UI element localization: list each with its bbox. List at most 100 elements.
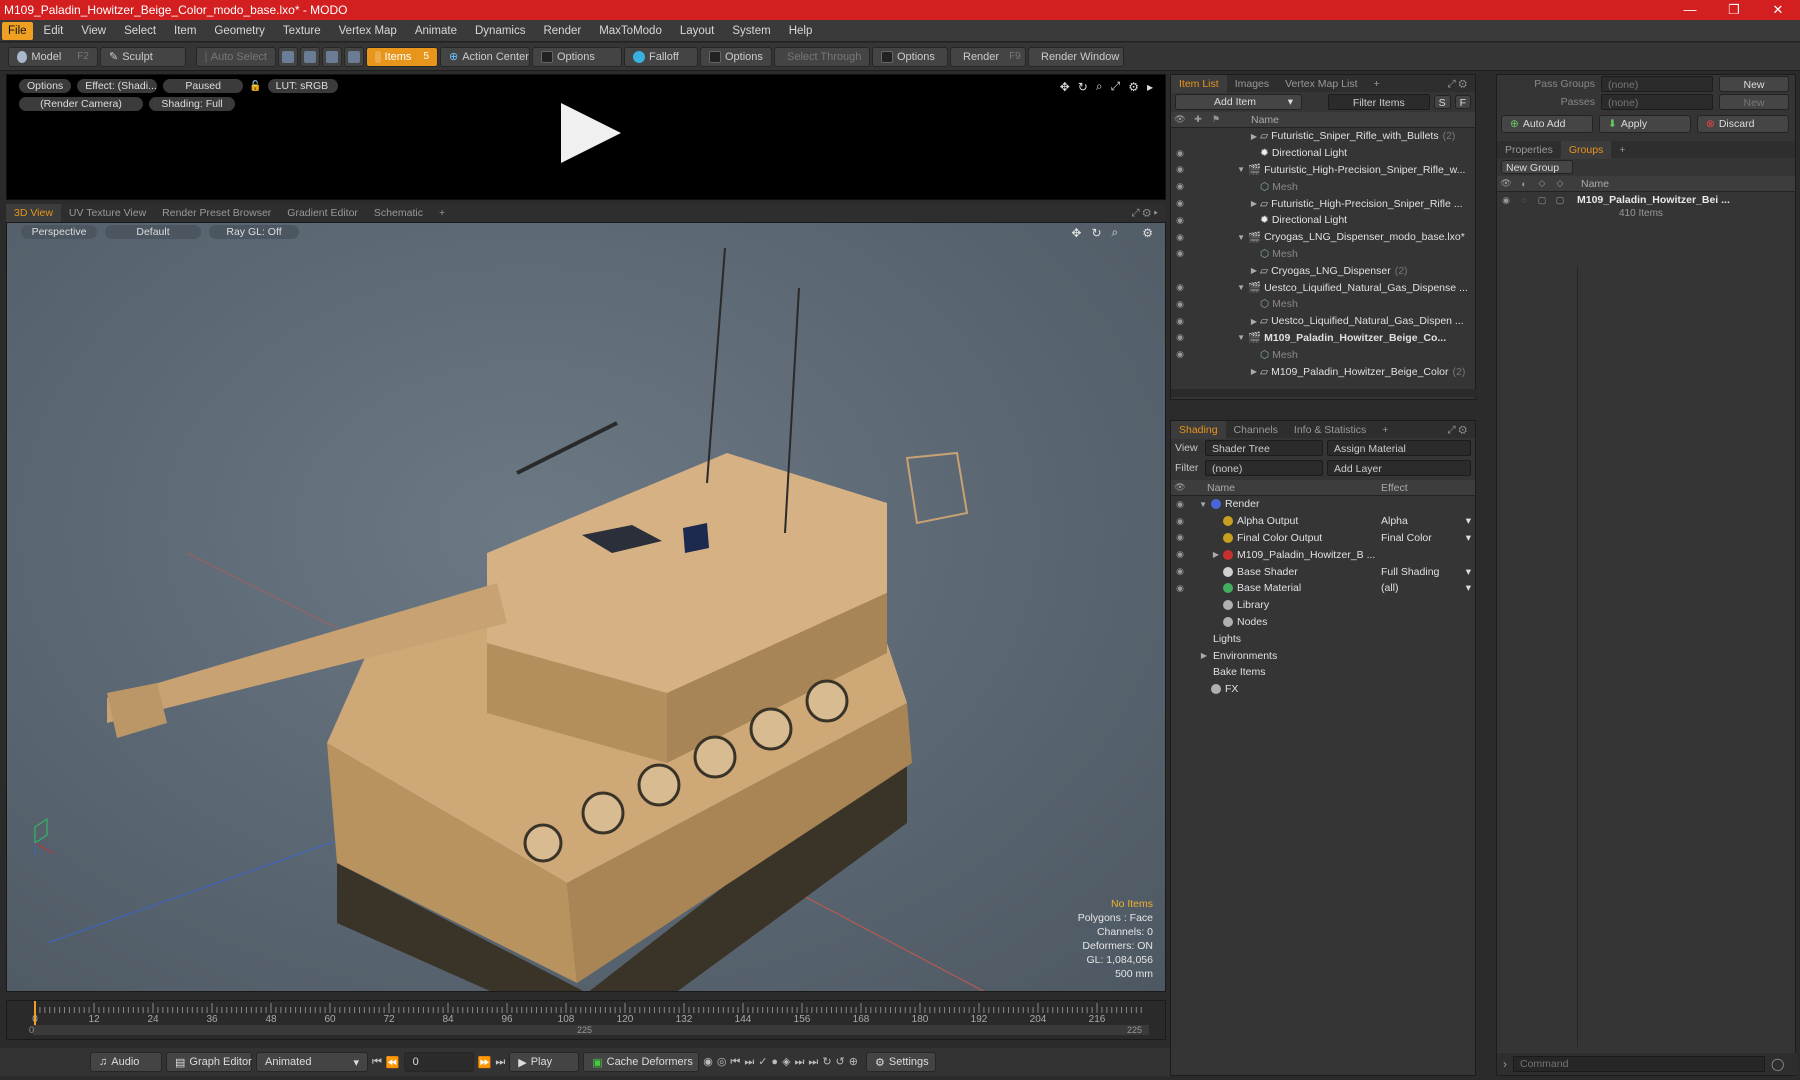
item-list-row[interactable]: ▶ ▱ Futuristic_Sniper_Rifle_with_Bullets (2… (1171, 128, 1475, 145)
tab-groups[interactable]: Groups (1560, 140, 1612, 159)
discard-button[interactable]: ⊗ Discard (1697, 115, 1789, 133)
eye-icon[interactable]: ◉ (1171, 181, 1189, 192)
expand-arrow-icon[interactable]: ▶ (1225, 317, 1257, 326)
render-camera-dropdown[interactable]: (Render Camera) (19, 97, 143, 111)
play-icon[interactable] (561, 103, 621, 163)
tab-images[interactable]: Images (1227, 75, 1277, 93)
lock-icon[interactable]: 🔓 (249, 81, 261, 92)
first-frame-icon[interactable]: ⏮ (372, 1056, 382, 1069)
settings-button[interactable]: ⚙ Settings (866, 1052, 936, 1072)
tab-render-preset-browser[interactable]: Render Preset Browser (154, 204, 279, 222)
item-list-row[interactable]: ◉ ▼ 🎬 M109_Paladin_Howitzer_Beige_Co... (1171, 330, 1475, 347)
timeline[interactable]: 0 12 24 36 48 60 72 84 96 108 120 132 144 156 168 180 19… (6, 1000, 1166, 1040)
effect-dropdown[interactable]: Full Shading ▾ (1381, 566, 1471, 578)
eye-icon[interactable]: ◉ (1171, 516, 1189, 527)
frame-input[interactable]: 0 (403, 1052, 474, 1072)
render-window-button[interactable]: Render Window (1028, 46, 1124, 67)
select-column-icon[interactable]: ◇ (1551, 178, 1569, 189)
shader-tree-row[interactable]: ◉ Final Color Output Final Color ▾ (1171, 530, 1475, 547)
tab-info-statistics[interactable]: Info & Statistics (1286, 421, 1374, 439)
menu-help[interactable]: Help (780, 20, 822, 42)
panel-options-icon[interactable]: ⤢ ⚙ (1439, 421, 1475, 439)
expand-arrow-icon[interactable]: ▼ (1189, 500, 1207, 509)
tab-item-list[interactable]: Item List (1171, 74, 1227, 93)
sculpt-mode-button[interactable]: ✎ Sculpt (100, 46, 186, 67)
falloff-button[interactable]: Falloff (624, 46, 698, 67)
maximize-button[interactable]: ❐ (1712, 2, 1756, 18)
lock-column-icon[interactable]: ◇ (1533, 178, 1551, 189)
eye-icon[interactable]: ◉ (1171, 332, 1189, 343)
menu-item[interactable]: Item (165, 20, 205, 42)
expand-arrow-icon[interactable]: ▼ (1225, 165, 1245, 174)
add-item-dropdown[interactable]: Add Item ▾ (1175, 94, 1302, 110)
apply-button[interactable]: ⬇ Apply (1599, 115, 1691, 133)
expand-arrow-icon[interactable]: ▶ (1225, 199, 1257, 208)
search-toggle[interactable]: S (1433, 95, 1451, 109)
tab-uv-texture-view[interactable]: UV Texture View (61, 204, 154, 222)
tab-3d-view[interactable]: 3D View (6, 204, 61, 222)
cache-deformers-button[interactable]: ▣ Cache Deformers (583, 1052, 700, 1072)
item-list-row[interactable]: ◉ ✹ Directional Light (1171, 145, 1475, 162)
group-row[interactable]: ◉ ◌ ▢ ▢ M109_Paladin_Howitzer_Bei ... (1497, 192, 1795, 208)
gear-icon[interactable]: ⚙ (1128, 80, 1139, 94)
auto-select-button[interactable]: Auto Select (196, 46, 276, 67)
move-icon[interactable]: ✥ (1060, 80, 1070, 94)
menu-layout[interactable]: Layout (671, 20, 724, 42)
audio-button[interactable]: ♫ Audio (90, 1052, 162, 1072)
expand-arrow-icon[interactable]: ▼ (1225, 233, 1245, 242)
menu-animate[interactable]: Animate (406, 20, 466, 42)
menu-view[interactable]: View (72, 20, 115, 42)
shading-dropdown[interactable]: Shading: Full (149, 97, 235, 111)
eye-icon[interactable]: ◉ (1171, 148, 1189, 159)
edges-mode-button[interactable] (300, 46, 320, 67)
auto-add-button[interactable]: ⊕ Auto Add (1501, 115, 1593, 133)
passes-dropdown[interactable]: (none) (1601, 94, 1713, 110)
expand-arrow-icon[interactable]: ▶ (1225, 367, 1257, 376)
menu-vertex-map[interactable]: Vertex Map (330, 20, 406, 42)
add-tab-icon[interactable]: + (1611, 141, 1633, 159)
filter-toggle[interactable]: F (1454, 95, 1471, 109)
effect-dropdown[interactable]: Effect: (Shadi... (77, 79, 158, 93)
play-button[interactable]: ▶ Play (509, 1052, 580, 1072)
prev-frame-icon[interactable]: ⏪ (386, 1056, 400, 1069)
expand-arrow-icon[interactable]: ▶ (1189, 550, 1219, 559)
shader-tree-row[interactable]: Nodes (1171, 614, 1475, 631)
next-frame-icon[interactable]: ⏩ (478, 1056, 492, 1069)
shader-tree-row[interactable]: Bake Items (1171, 664, 1475, 681)
select-toggle-icon[interactable]: ▢ (1551, 195, 1569, 206)
action-center-button[interactable]: ⊕ Action Center (440, 46, 530, 67)
shader-tree-row[interactable]: Library (1171, 597, 1475, 614)
tab-properties[interactable]: Properties (1497, 141, 1561, 159)
shader-tree-row[interactable]: ◉ Base Shader Full Shading ▾ (1171, 563, 1475, 580)
vertices-mode-button[interactable] (278, 46, 298, 67)
eye-icon[interactable]: ◉ (1171, 316, 1189, 327)
eye-icon[interactable]: ◉ (1171, 499, 1189, 510)
item-list-row[interactable]: ◉ ▼ 🎬 Cryogas_LNG_Dispenser_modo_base.lxo* (1171, 229, 1475, 246)
add-layer-dropdown[interactable]: Add Layer (1327, 460, 1471, 476)
add-tab-icon[interactable]: + (431, 204, 453, 222)
tab-schematic[interactable]: Schematic (366, 204, 431, 222)
effect-dropdown[interactable]: Final Color ▾ (1381, 532, 1471, 544)
render-button[interactable]: Render F9 (950, 46, 1026, 67)
tab-gradient-editor[interactable]: Gradient Editor (279, 204, 366, 222)
item-list-row[interactable]: ◉ ▼ 🎬 Futuristic_High-Precision_Sniper_Rifl… (1171, 162, 1475, 179)
effect-dropdown[interactable]: Alpha ▾ (1381, 515, 1471, 527)
tab-shading[interactable]: Shading (1171, 420, 1226, 439)
item-list-row[interactable]: ◉ ⬡ Mesh (1171, 246, 1475, 263)
filter-items-input[interactable]: Filter Items (1327, 94, 1430, 110)
item-list-row[interactable]: ◉ ⬡ Mesh (1171, 346, 1475, 363)
eye-icon[interactable]: ◉ (1171, 232, 1189, 243)
render-column-icon[interactable]: ◐ (1515, 179, 1533, 189)
lock-column-icon[interactable]: ✚ (1189, 114, 1207, 125)
command-input[interactable] (1513, 1056, 1765, 1072)
item-list-row[interactable]: ◉ ⬡ Mesh (1171, 296, 1475, 313)
effect-column-header[interactable]: Effect (1381, 482, 1408, 494)
shader-tree-row[interactable]: ◉ ▶ M109_Paladin_Howitzer_B ... (1171, 546, 1475, 563)
eye-icon[interactable]: ◉ (1171, 549, 1189, 560)
menu-dynamics[interactable]: Dynamics (466, 20, 534, 42)
viewport-settings-icon[interactable]: ⤢ ⚙ ▸ (1123, 204, 1166, 222)
expand-arrow-icon[interactable]: ▶ (1225, 132, 1257, 141)
items-mode-button[interactable]: Items 5 (366, 46, 438, 67)
menu-system[interactable]: System (723, 20, 779, 42)
render-toggle-icon[interactable]: ◌ (1515, 195, 1533, 205)
